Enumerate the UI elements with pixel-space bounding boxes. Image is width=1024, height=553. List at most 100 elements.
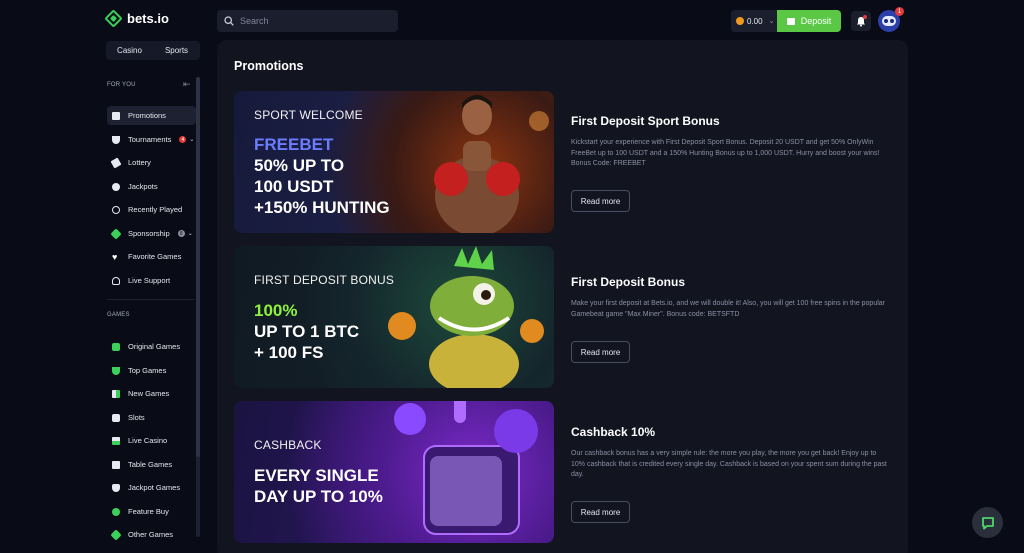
search-bar[interactable] (217, 10, 398, 32)
sidebar-item-favorite-games[interactable]: ♥ Favorite Games (107, 247, 196, 266)
sidebar-item-label: Live Support (128, 276, 171, 285)
deposit-label: Deposit (800, 16, 832, 26)
sidebar-item-label: Feature Buy (128, 507, 169, 516)
promo-description: Make your first deposit at Bets.io, and … (571, 300, 886, 318)
notifications-button[interactable] (851, 11, 871, 31)
ticket-icon (110, 157, 122, 168)
sponsorship-count-badge: 8 (177, 230, 185, 237)
sidebar-item-recently-played[interactable]: Recently Played (107, 200, 196, 219)
read-more-button[interactable]: Read more (571, 341, 630, 363)
original-games-icon (112, 342, 120, 351)
avatar-badge: 1 (895, 7, 904, 16)
section-heading-for-you: FOR YOU (107, 82, 136, 88)
promo-kicker: SPORT WELCOME (254, 108, 363, 122)
casino-sports-switch: Casino Sports (106, 41, 200, 60)
promo-banner-first-deposit[interactable]: FIRST DEPOSIT BONUS 100% UP TO 1 BTC + 1… (234, 246, 554, 388)
headline-line: UP TO 1 BTC (254, 322, 360, 341)
sidebar-item-table-games[interactable]: Table Games (107, 455, 196, 474)
sidebar-item-live-support[interactable]: Live Support (107, 271, 196, 290)
wallet-coins-illustration (394, 401, 538, 535)
sidebar-scrollbar[interactable] (196, 77, 200, 537)
sidebar-item-label: Other Games (128, 530, 174, 539)
sidebar-item-label: Tournaments (128, 135, 172, 144)
other-games-icon (110, 528, 122, 541)
read-more-button[interactable]: Read more (571, 501, 630, 523)
page-title: Promotions (234, 59, 304, 73)
promo-description: Kickstart your experience with First Dep… (571, 139, 880, 167)
sidebar-item-original-games[interactable]: Original Games (107, 337, 196, 356)
headset-icon (112, 276, 120, 285)
section-heading-games: GAMES (107, 312, 130, 318)
tournaments-count-badge: 4 (179, 136, 187, 143)
top-games-icon (112, 366, 120, 375)
headline-line: 100 USDT (254, 177, 334, 196)
sidebar-item-top-games[interactable]: Top Games (107, 361, 196, 380)
promo-description: Our cashback bonus has a very simple rul… (571, 450, 887, 478)
sidebar-item-live-casino[interactable]: Live Casino (107, 431, 196, 450)
chat-bubble-icon (981, 516, 994, 529)
promo-headline: EVERY SINGLE DAY UP TO 10% (254, 465, 383, 507)
promo-banner-cashback[interactable]: CASHBACK EVERY SINGLE DAY UP TO 10% (234, 401, 554, 543)
tab-casino[interactable]: Casino (106, 41, 153, 60)
sidebar-item-lottery[interactable]: Lottery (107, 153, 196, 172)
boxer-illustration (434, 95, 549, 233)
promo-kicker: CASHBACK (254, 438, 322, 452)
sidebar-item-new-games[interactable]: New Games (107, 384, 196, 403)
sidebar-item-label: Jackpots (128, 182, 158, 191)
clock-icon (112, 205, 120, 214)
promo-title: First Deposit Sport Bonus (571, 114, 720, 128)
sidebar-item-sponsorship[interactable]: Sponsorship 8 ⌄ (107, 224, 196, 243)
search-input[interactable] (240, 16, 390, 26)
balance-selector[interactable]: 0.00 ⌄ (731, 10, 777, 32)
chevron-down-icon[interactable]: ⌄ (188, 230, 193, 237)
jackpot-games-icon (112, 483, 120, 492)
sidebar-item-label: Jackpot Games (128, 483, 181, 492)
sidebar-item-label: Promotions (128, 111, 166, 120)
gift-icon (112, 111, 120, 120)
sidebar-item-label: Favorite Games (128, 252, 182, 261)
search-icon (224, 16, 234, 26)
table-games-icon (112, 460, 120, 469)
sidebar-item-label: Original Games (128, 342, 181, 351)
promo-banner-sport-welcome[interactable]: SPORT WELCOME FREEBET 50% UP TO 100 USDT… (234, 91, 554, 233)
wallet-icon (786, 17, 795, 25)
sidebar-item-jackpots[interactable]: Jackpots (107, 177, 196, 196)
user-avatar[interactable]: 1 (878, 7, 904, 32)
bets-io-logo[interactable]: bets.io (104, 9, 169, 28)
read-more-button[interactable]: Read more (571, 190, 630, 212)
promo-headline: 100% UP TO 1 BTC + 100 FS (254, 300, 359, 363)
sidebar-item-promotions[interactable]: Promotions (107, 106, 196, 125)
jackpot-icon (112, 182, 120, 191)
sidebar-item-feature-buy[interactable]: Feature Buy (107, 502, 196, 521)
balance-amount: 0.00 (747, 16, 763, 26)
feature-buy-icon (112, 507, 120, 516)
slots-icon (112, 413, 120, 422)
headline-line: 100% (254, 301, 298, 320)
headline-line: +150% HUNTING (254, 198, 390, 217)
headline-line: FREEBET (254, 135, 334, 154)
promo-title: First Deposit Bonus (571, 275, 686, 289)
sidebar-item-tournaments[interactable]: Tournaments 4 ⌄ (107, 130, 196, 149)
sidebar-item-label: Recently Played (128, 205, 183, 214)
promo-headline: FREEBET 50% UP TO 100 USDT +150% HUNTING (254, 134, 390, 218)
headline-line: EVERY SINGLE (254, 466, 379, 485)
collapse-sidebar-icon[interactable]: ⇤ (183, 79, 191, 90)
sidebar-item-label: Live Casino (128, 436, 168, 445)
headline-line: + 100 FS (254, 343, 324, 362)
trophy-icon (112, 135, 120, 144)
headline-line: DAY UP TO 10% (254, 487, 383, 506)
sidebar-item-slots[interactable]: Slots (107, 408, 196, 427)
dinosaur-mascot-illustration (388, 246, 544, 388)
sidebar-item-jackpot-games[interactable]: Jackpot Games (107, 478, 196, 497)
chevron-down-icon[interactable]: ⌄ (189, 136, 194, 143)
sidebar-item-label: New Games (128, 389, 170, 398)
tab-sports[interactable]: Sports (153, 41, 200, 60)
robot-avatar-icon (882, 16, 896, 26)
new-games-icon (112, 389, 120, 398)
handshake-icon (110, 227, 122, 240)
sidebar-item-other-games[interactable]: Other Games (107, 525, 196, 544)
heart-icon: ♥ (112, 251, 118, 262)
deposit-button[interactable]: Deposit (777, 10, 841, 32)
sidebar-item-label: Lottery (128, 158, 151, 167)
live-chat-button[interactable] (972, 507, 1003, 538)
